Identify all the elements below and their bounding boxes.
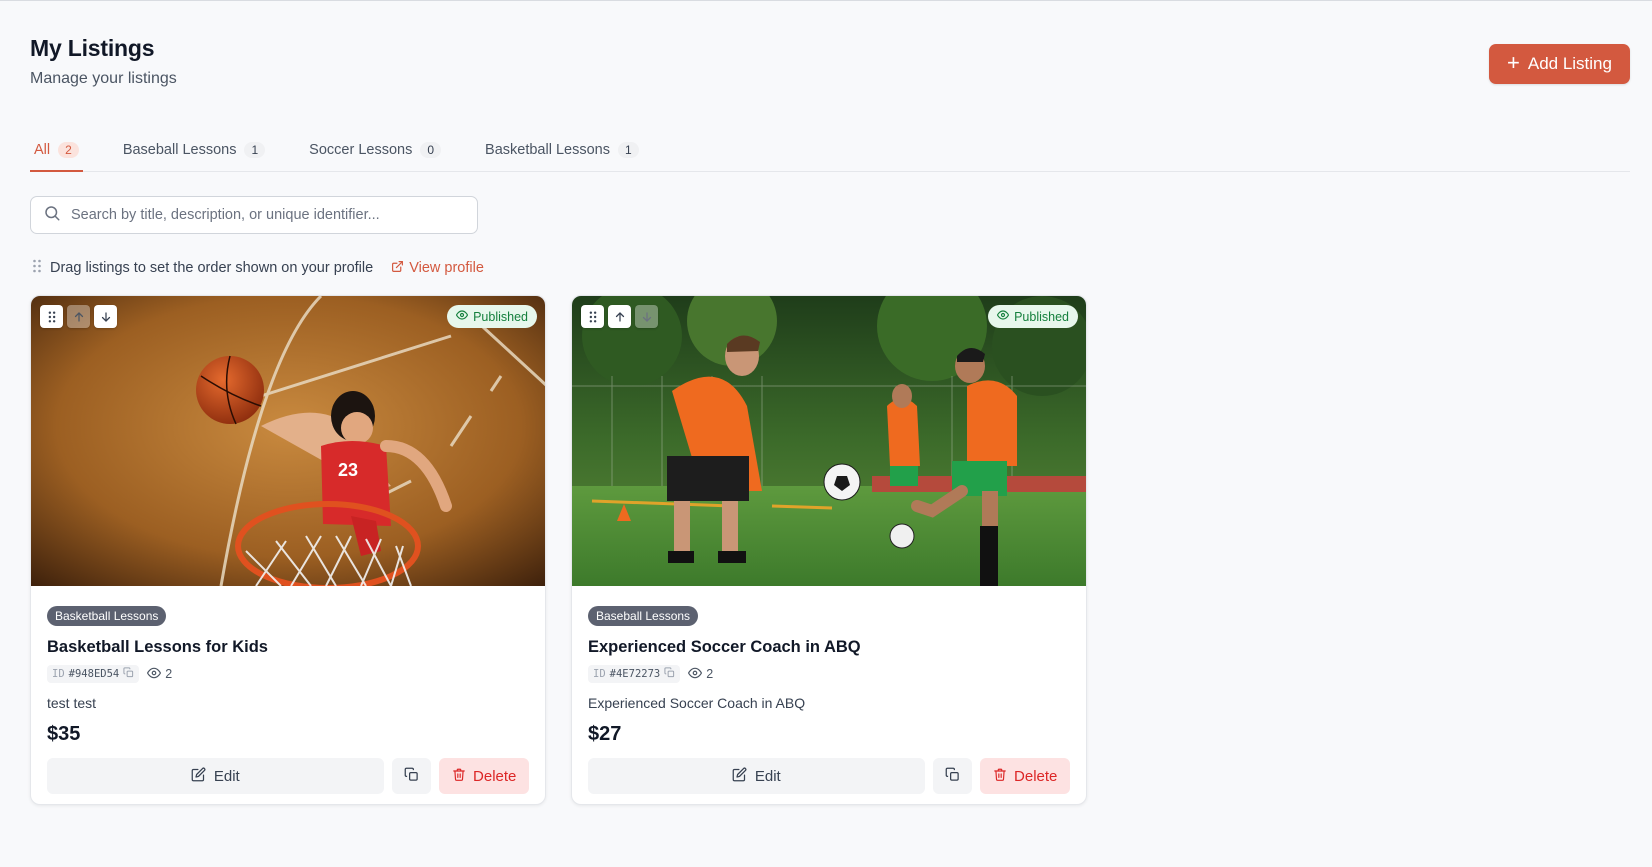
listing-id-chip[interactable]: ID #4E72273 bbox=[588, 665, 681, 683]
search-box bbox=[30, 196, 478, 234]
view-count-value: 2 bbox=[165, 667, 173, 681]
search-input[interactable] bbox=[71, 207, 451, 223]
listing-actions: Edit Delete bbox=[588, 758, 1070, 794]
delete-button[interactable]: Delete bbox=[980, 758, 1070, 794]
delete-button[interactable]: Delete bbox=[439, 758, 529, 794]
listing-price: $35 bbox=[47, 723, 81, 745]
delete-label: Delete bbox=[1014, 767, 1058, 785]
status-label: Published bbox=[473, 309, 528, 324]
id-label: ID bbox=[52, 668, 65, 680]
tab-label: Baseball Lessons bbox=[122, 142, 237, 158]
listing-meta: ID #948ED54 2 bbox=[47, 665, 529, 683]
move-down-icon[interactable] bbox=[94, 305, 117, 328]
drag-handle-icon[interactable] bbox=[40, 305, 63, 328]
duplicate-icon bbox=[945, 767, 960, 785]
tab-count-badge: 1 bbox=[244, 142, 266, 158]
add-listing-label: Add Listing bbox=[1527, 54, 1612, 73]
edit-label: Edit bbox=[213, 767, 240, 785]
reorder-hint-text: Drag listings to set the order shown on … bbox=[50, 260, 374, 276]
trash-icon bbox=[452, 767, 466, 786]
tab-count-badge: 1 bbox=[617, 142, 639, 158]
category-badge: Baseball Lessons bbox=[588, 606, 699, 626]
edit-button[interactable]: Edit bbox=[588, 758, 925, 794]
status-badge: Published bbox=[447, 305, 537, 328]
move-up-icon[interactable] bbox=[608, 305, 631, 328]
tab-count-badge: 0 bbox=[420, 142, 442, 158]
drag-grip-icon bbox=[32, 259, 42, 277]
category-badge: Basketball Lessons bbox=[47, 606, 167, 626]
listing-id-chip[interactable]: ID #948ED54 bbox=[47, 665, 140, 683]
tab-label: Basketball Lessons bbox=[485, 142, 610, 158]
duplicate-icon bbox=[404, 767, 419, 785]
page-subtitle: Manage your listings bbox=[30, 70, 177, 87]
id-label: ID bbox=[593, 668, 606, 680]
duplicate-button[interactable] bbox=[932, 758, 973, 794]
view-profile-link[interactable]: View profile bbox=[391, 260, 484, 277]
external-link-icon bbox=[391, 260, 404, 277]
tab-baseball-lessons[interactable]: Baseball Lessons 1 bbox=[119, 129, 269, 171]
plus-icon: + bbox=[1507, 50, 1520, 75]
view-count-value: 2 bbox=[706, 667, 714, 681]
listing-meta: ID #4E72273 2 bbox=[588, 665, 1070, 683]
eye-icon bbox=[996, 309, 1010, 324]
search-icon bbox=[43, 204, 61, 227]
edit-icon bbox=[732, 767, 747, 786]
listing-actions: Edit Delete bbox=[47, 758, 529, 794]
listing-id: #4E72273 bbox=[609, 668, 661, 680]
trash-icon bbox=[993, 767, 1007, 786]
move-up-icon[interactable] bbox=[67, 305, 90, 328]
listing-price: $27 bbox=[588, 723, 622, 745]
view-count: 2 bbox=[147, 666, 172, 683]
duplicate-button[interactable] bbox=[391, 758, 432, 794]
edit-icon bbox=[191, 767, 206, 786]
move-down-icon[interactable] bbox=[635, 305, 658, 328]
category-tabs: All 2 Baseball Lessons 1 Soccer Lessons … bbox=[30, 129, 1630, 172]
view-profile-label: View profile bbox=[409, 260, 484, 276]
status-label: Published bbox=[1014, 309, 1069, 324]
tab-soccer-lessons[interactable]: Soccer Lessons 0 bbox=[305, 129, 445, 171]
listing-description: test test bbox=[47, 695, 97, 711]
listing-image: 23 Published bbox=[31, 296, 545, 586]
tab-label: Soccer Lessons bbox=[309, 142, 413, 158]
delete-label: Delete bbox=[473, 767, 517, 785]
page-header: My Listings Manage your listings bbox=[30, 35, 177, 88]
tab-label: All bbox=[34, 142, 51, 158]
svg-text:23: 23 bbox=[338, 460, 358, 480]
listing-title: Experienced Soccer Coach in ABQ bbox=[588, 638, 861, 656]
eye-icon bbox=[688, 666, 703, 683]
listing-title: Basketball Lessons for Kids bbox=[47, 638, 268, 656]
reorder-hint: Drag listings to set the order shown on … bbox=[32, 259, 484, 277]
tab-all[interactable]: All 2 bbox=[30, 129, 83, 172]
view-count: 2 bbox=[688, 666, 713, 683]
eye-icon bbox=[455, 309, 469, 324]
listing-description: Experienced Soccer Coach in ABQ bbox=[588, 695, 806, 711]
listing-image: Published bbox=[572, 296, 1086, 586]
status-badge: Published bbox=[988, 305, 1078, 328]
listing-card: Published Baseball Lessons Experienced S… bbox=[571, 295, 1087, 805]
reorder-controls bbox=[40, 305, 117, 328]
listing-details: Baseball Lessons Experienced Soccer Coac… bbox=[572, 586, 1086, 794]
tab-basketball-lessons[interactable]: Basketball Lessons 1 bbox=[481, 129, 643, 171]
reorder-controls bbox=[581, 305, 658, 328]
copy-icon[interactable] bbox=[123, 667, 134, 681]
page-title: My Listings bbox=[30, 35, 155, 61]
listing-card: 23 Published Basketball Lessons Basketba… bbox=[30, 295, 546, 805]
edit-button[interactable]: Edit bbox=[47, 758, 384, 794]
copy-icon[interactable] bbox=[664, 667, 675, 681]
add-listing-button[interactable]: + Add Listing bbox=[1489, 44, 1630, 84]
listing-id: #948ED54 bbox=[68, 668, 120, 680]
drag-handle-icon[interactable] bbox=[581, 305, 604, 328]
edit-label: Edit bbox=[754, 767, 781, 785]
listing-details: Basketball Lessons Basketball Lessons fo… bbox=[31, 586, 545, 794]
eye-icon bbox=[147, 666, 162, 683]
tab-count-badge: 2 bbox=[58, 142, 79, 158]
